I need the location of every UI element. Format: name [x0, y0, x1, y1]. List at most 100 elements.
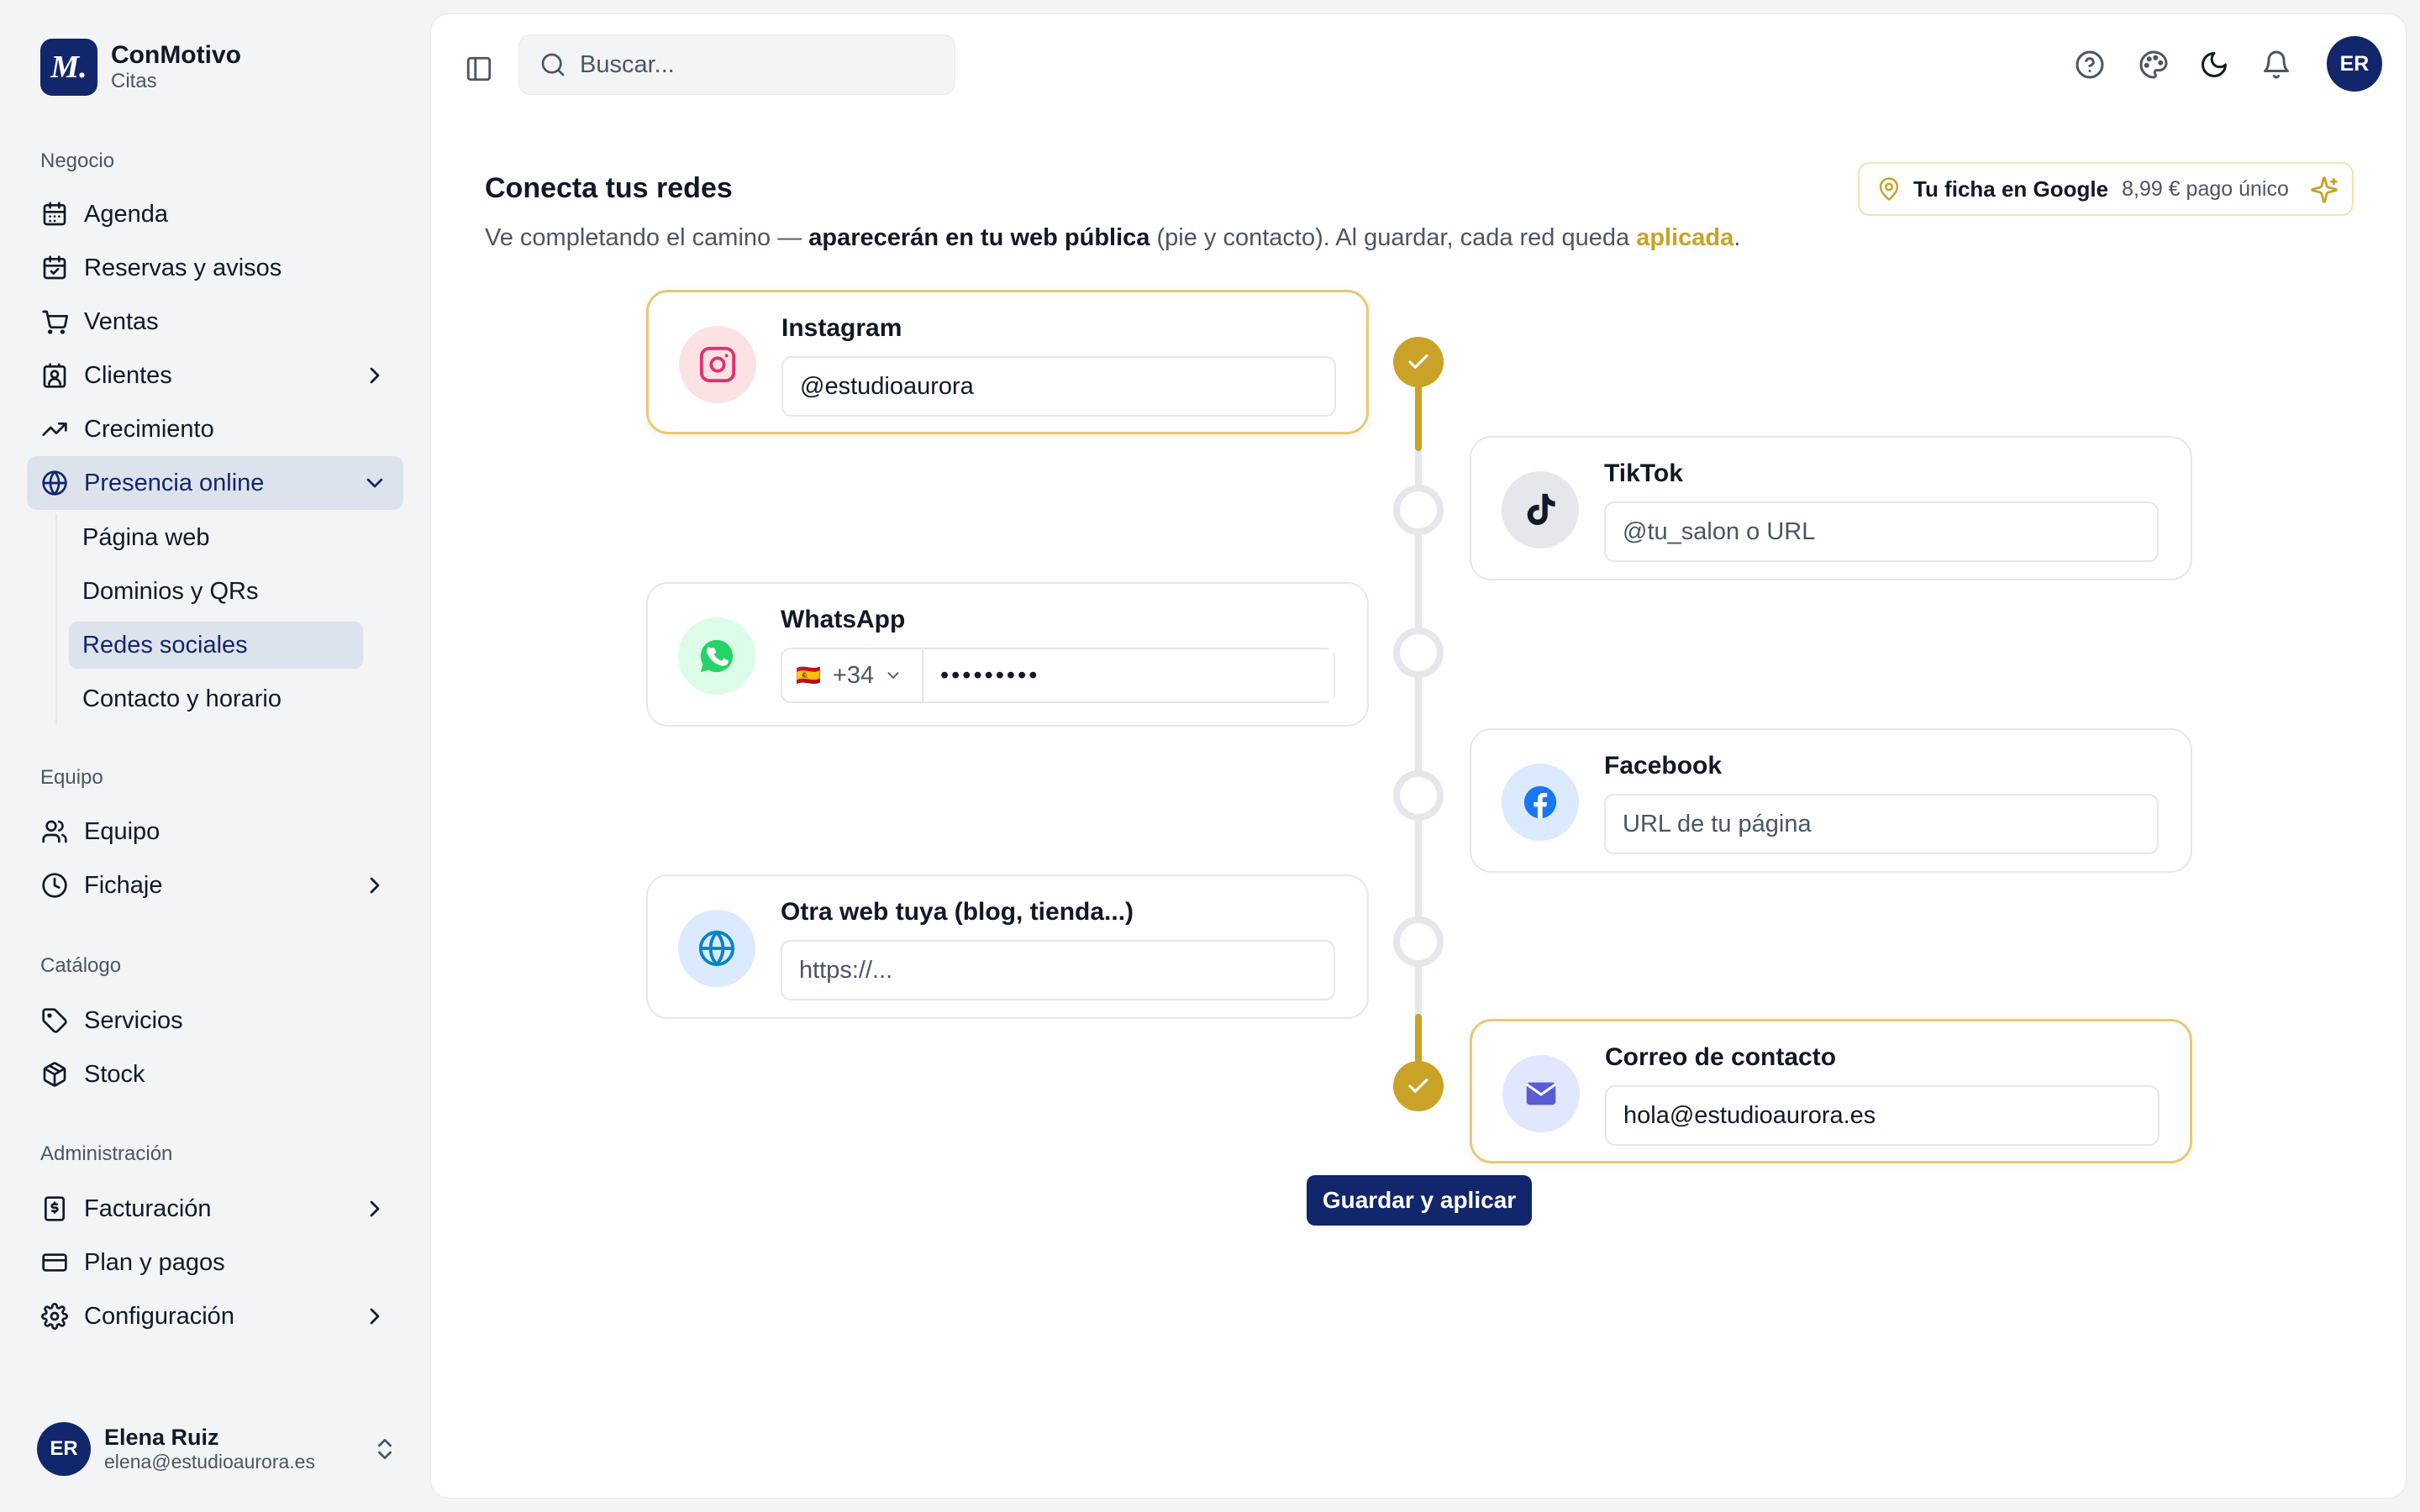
main-panel: ER Conecta tus redes Ve completando el c… [430, 13, 2407, 1499]
page-description: Ve completando el camino — aparecerán en… [485, 224, 1741, 251]
search-input[interactable] [580, 50, 933, 79]
sidebar-item-label: Plan y pagos [84, 1248, 225, 1276]
facebook-icon [1502, 764, 1579, 841]
sidebar-item-reservas[interactable]: Reservas y avisos [27, 241, 403, 295]
whatsapp-title: WhatsApp [781, 606, 906, 633]
section-label-catalogo: Catálogo [40, 954, 122, 977]
website-card: Otra web tuya (blog, tienda...) [646, 874, 1369, 1019]
sidebar-item-configuracion[interactable]: Configuración [27, 1289, 403, 1343]
sidebar-item-label: Equipo [84, 817, 160, 845]
chevron-down-icon [887, 672, 899, 679]
sidebar-item-presencia-online[interactable]: Presencia online [27, 456, 403, 510]
sidebar-item-label: Stock [84, 1060, 145, 1088]
sidebar-item-label: Facturación [84, 1194, 212, 1222]
email-title: Correo de contacto [1605, 1043, 1837, 1071]
brand-name: ConMotivo [111, 41, 241, 69]
country-code-value: +34 [832, 661, 875, 689]
tiktok-title: TikTok [1604, 459, 1683, 487]
instagram-icon [679, 326, 756, 403]
check-icon [1408, 354, 1428, 369]
whatsapp-icon [678, 617, 755, 695]
sidebar-item-label: Presencia online [84, 469, 265, 496]
package-icon [40, 1060, 69, 1089]
sidebar-item-label: Fichaje [84, 871, 163, 899]
sidebar-item-ventas[interactable]: Ventas [27, 295, 403, 349]
sidebar-item-label: Configuración [84, 1302, 234, 1330]
sidebar-item-stock[interactable]: Stock [27, 1047, 403, 1101]
country-code-select[interactable]: 🇪🇸 +34 [782, 649, 923, 701]
account-avatar[interactable]: ER [2327, 36, 2382, 92]
tiktok-input[interactable] [1604, 501, 2159, 562]
user-menu[interactable]: ER Elena Ruiz elena@estudioaurora.es [37, 1421, 398, 1477]
sidebar-subitem-dominios[interactable]: Dominios y QRs [69, 568, 363, 615]
user-email: elena@estudioaurora.es [104, 1451, 315, 1473]
sidebar-subitem-pagina-web[interactable]: Página web [69, 514, 363, 561]
submenu-guide-line [55, 514, 57, 724]
users-icon [40, 817, 69, 846]
website-input[interactable] [781, 940, 1335, 1000]
google-listing-chip[interactable]: Tu ficha en Google 8,99 € pago único [1858, 162, 2354, 216]
dark-mode-button[interactable] [2192, 43, 2236, 87]
check-icon [1408, 1078, 1428, 1093]
sidebar-toggle-button[interactable] [458, 48, 500, 90]
timeline-node-instagram [1393, 337, 1444, 387]
tiktok-icon [1502, 471, 1579, 549]
section-label-negocio: Negocio [40, 150, 115, 172]
email-input[interactable] [1605, 1085, 2160, 1146]
facebook-input[interactable] [1604, 794, 2159, 854]
search-icon [541, 53, 565, 76]
email-card: Correo de contacto [1470, 1019, 2192, 1163]
tiktok-card: TikTok [1470, 436, 2192, 580]
sidebar: M. ConMotivo Citas Negocio Agenda Reserv… [0, 0, 429, 1512]
timeline-node-whatsapp [1393, 627, 1444, 678]
spain-flag-icon: 🇪🇸 [796, 664, 821, 687]
save-apply-button[interactable]: Guardar y aplicar [1307, 1175, 1532, 1226]
chevrons-up-down-icon [378, 1439, 392, 1459]
sidebar-subitem-contacto[interactable]: Contacto y horario [69, 675, 363, 722]
sidebar-item-plan-pagos[interactable]: Plan y pagos [27, 1236, 403, 1289]
instagram-title: Instagram [781, 314, 902, 342]
instagram-card: Instagram [646, 290, 1369, 434]
sidebar-item-facturacion[interactable]: Facturación [27, 1182, 403, 1236]
avatar: ER [37, 1422, 91, 1476]
sidebar-item-equipo[interactable]: Equipo [27, 805, 403, 858]
website-title: Otra web tuya (blog, tienda...) [781, 898, 1134, 926]
brand-logo: M. [40, 39, 97, 96]
google-chip-title: Tu ficha en Google [1913, 176, 2109, 202]
sidebar-item-crecimiento[interactable]: Crecimiento [27, 402, 403, 456]
timeline-node-email [1393, 1061, 1444, 1111]
sidebar-item-label: Agenda [84, 200, 168, 228]
brand[interactable]: M. ConMotivo Citas [40, 39, 241, 96]
help-icon [2075, 50, 2104, 79]
sidebar-item-agenda[interactable]: Agenda [27, 187, 403, 241]
contact-card-icon [40, 361, 69, 390]
chevron-right-icon [370, 877, 380, 894]
sidebar-item-label: Servicios [84, 1006, 183, 1034]
calendar-icon [40, 200, 69, 228]
globe-icon [40, 469, 69, 497]
globe-icon [678, 910, 755, 987]
sidebar-item-clientes[interactable]: Clientes [27, 349, 403, 402]
cart-icon [40, 307, 69, 336]
facebook-card: Facebook [1470, 728, 2192, 873]
theme-palette-button[interactable] [2132, 43, 2175, 87]
sidebar-item-label: Reservas y avisos [84, 254, 282, 281]
instagram-input[interactable] [781, 356, 1336, 417]
sidebar-subitem-redes-sociales[interactable]: Redes sociales [69, 622, 363, 669]
help-button[interactable] [2068, 43, 2112, 87]
facebook-title: Facebook [1604, 752, 1723, 780]
sidebar-item-label: Crecimiento [84, 415, 214, 443]
timeline-rail [1415, 350, 1422, 1089]
bell-icon [2264, 50, 2289, 79]
sidebar-item-servicios[interactable]: Servicios [27, 994, 403, 1047]
sidebar-item-fichaje[interactable]: Fichaje [27, 858, 403, 912]
notifications-button[interactable] [2254, 43, 2298, 87]
search-box[interactable] [518, 34, 955, 95]
chevron-down-icon [366, 478, 383, 488]
sparkles-icon [2311, 176, 2338, 203]
whatsapp-number-input[interactable] [923, 649, 1334, 701]
credit-card-icon [40, 1248, 69, 1277]
whatsapp-phone-field: 🇪🇸 +34 [781, 648, 1335, 703]
chevron-right-icon [370, 367, 380, 384]
page-title: Conecta tus redes [485, 172, 733, 204]
